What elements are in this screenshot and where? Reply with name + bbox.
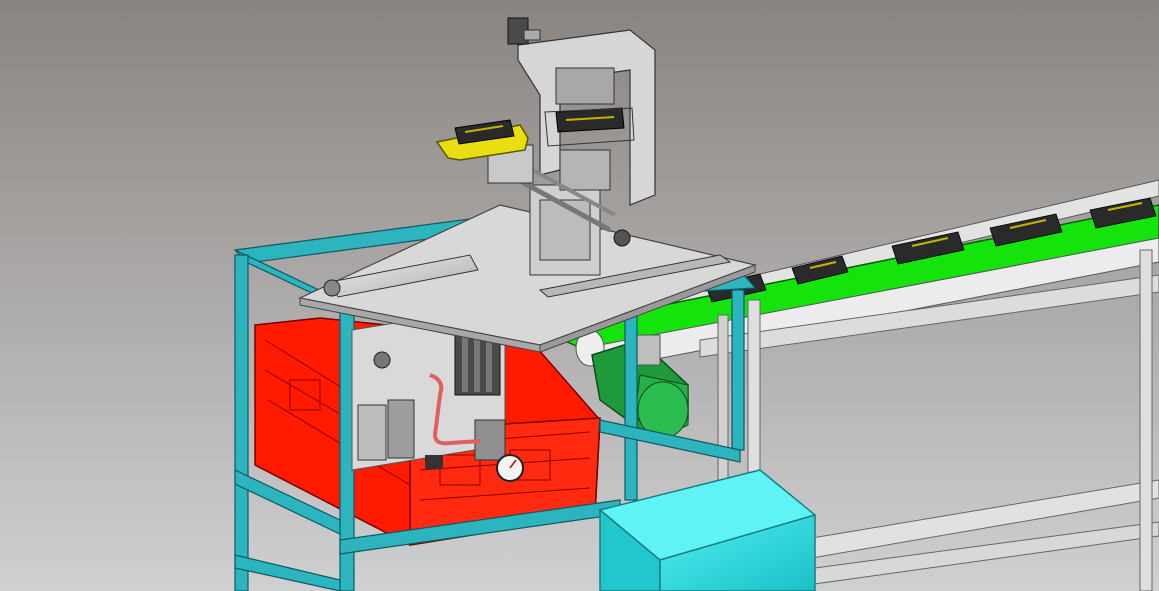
cad-viewport (0, 0, 1159, 591)
machine-render (0, 0, 1159, 591)
